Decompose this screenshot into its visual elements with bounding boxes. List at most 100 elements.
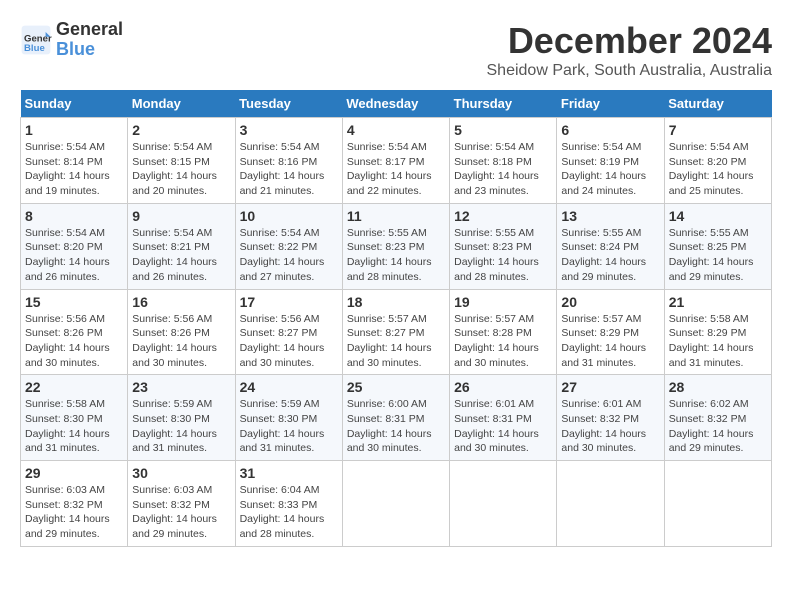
day-cell-29: 29Sunrise: 6:03 AMSunset: 8:32 PMDayligh… xyxy=(21,461,128,547)
day-info: Sunrise: 6:01 AMSunset: 8:31 PMDaylight:… xyxy=(454,397,552,456)
day-number: 5 xyxy=(454,122,552,138)
day-cell-14: 14 Sunrise: 5:55 AMSunset: 8:25 PMDayligh… xyxy=(664,203,771,289)
week-row-5: 29Sunrise: 6:03 AMSunset: 8:32 PMDayligh… xyxy=(21,461,772,547)
week-row-4: 22 Sunrise: 5:58 AMSunset: 8:30 PMDayligh… xyxy=(21,375,772,461)
day-info: Sunrise: 5:54 AMSunset: 8:20 PMDaylight:… xyxy=(669,140,767,199)
logo-icon: General Blue xyxy=(20,24,52,56)
day-info: Sunrise: 5:57 AMSunset: 8:29 PMDaylight:… xyxy=(561,312,659,371)
day-info: Sunrise: 6:03 AMSunset: 8:32 PMDaylight:… xyxy=(132,483,230,542)
day-number: 1 xyxy=(25,122,123,138)
calendar-table: SundayMondayTuesdayWednesdayThursdayFrid… xyxy=(20,90,772,547)
month-title: December 2024 xyxy=(487,20,773,62)
day-cell-26: 26 Sunrise: 6:01 AMSunset: 8:31 PMDayligh… xyxy=(450,375,557,461)
day-cell-7: 7 Sunrise: 5:54 AMSunset: 8:20 PMDaylight… xyxy=(664,118,771,204)
col-header-friday: Friday xyxy=(557,90,664,118)
day-number: 20 xyxy=(561,294,659,310)
col-header-thursday: Thursday xyxy=(450,90,557,118)
empty-cell xyxy=(450,461,557,547)
day-number: 17 xyxy=(240,294,338,310)
day-cell-16: 16 Sunrise: 5:56 AMSunset: 8:26 PMDayligh… xyxy=(128,289,235,375)
day-cell-8: 8 Sunrise: 5:54 AMSunset: 8:20 PMDaylight… xyxy=(21,203,128,289)
day-number: 13 xyxy=(561,208,659,224)
day-cell-12: 12Sunrise: 5:55 AMSunset: 8:23 PMDayligh… xyxy=(450,203,557,289)
day-cell-11: 11 Sunrise: 5:55 AMSunset: 8:23 PMDayligh… xyxy=(342,203,449,289)
week-row-3: 15 Sunrise: 5:56 AMSunset: 8:26 PMDayligh… xyxy=(21,289,772,375)
day-info: Sunrise: 6:01 AMSunset: 8:32 PMDaylight:… xyxy=(561,397,659,456)
col-header-saturday: Saturday xyxy=(664,90,771,118)
day-info: Sunrise: 5:54 AMSunset: 8:18 PMDaylight:… xyxy=(454,140,552,199)
day-cell-23: 23Sunrise: 5:59 AMSunset: 8:30 PMDayligh… xyxy=(128,375,235,461)
day-number: 14 xyxy=(669,208,767,224)
day-number: 24 xyxy=(240,379,338,395)
day-cell-31: 31Sunrise: 6:04 AMSunset: 8:33 PMDayligh… xyxy=(235,461,342,547)
empty-cell xyxy=(557,461,664,547)
day-info: Sunrise: 6:02 AMSunset: 8:32 PMDaylight:… xyxy=(669,397,767,456)
day-info: Sunrise: 6:04 AMSunset: 8:33 PMDaylight:… xyxy=(240,483,338,542)
day-info: Sunrise: 5:57 AMSunset: 8:28 PMDaylight:… xyxy=(454,312,552,371)
day-info: Sunrise: 5:54 AMSunset: 8:14 PMDaylight:… xyxy=(25,140,123,199)
day-info: Sunrise: 5:54 AMSunset: 8:19 PMDaylight:… xyxy=(561,140,659,199)
day-cell-4: 4Sunrise: 5:54 AMSunset: 8:17 PMDaylight… xyxy=(342,118,449,204)
day-number: 9 xyxy=(132,208,230,224)
day-number: 18 xyxy=(347,294,445,310)
day-number: 30 xyxy=(132,465,230,481)
day-number: 6 xyxy=(561,122,659,138)
day-number: 15 xyxy=(25,294,123,310)
day-info: Sunrise: 5:56 AMSunset: 8:26 PMDaylight:… xyxy=(132,312,230,371)
col-header-sunday: Sunday xyxy=(21,90,128,118)
day-number: 19 xyxy=(454,294,552,310)
day-cell-28: 28Sunrise: 6:02 AMSunset: 8:32 PMDayligh… xyxy=(664,375,771,461)
logo-blue: Blue xyxy=(56,39,95,59)
day-info: Sunrise: 5:54 AMSunset: 8:17 PMDaylight:… xyxy=(347,140,445,199)
col-header-monday: Monday xyxy=(128,90,235,118)
header-row: SundayMondayTuesdayWednesdayThursdayFrid… xyxy=(21,90,772,118)
day-info: Sunrise: 5:57 AMSunset: 8:27 PMDaylight:… xyxy=(347,312,445,371)
location-title: Sheidow Park, South Australia, Australia xyxy=(487,62,773,80)
day-cell-30: 30 Sunrise: 6:03 AMSunset: 8:32 PMDayligh… xyxy=(128,461,235,547)
day-cell-21: 21 Sunrise: 5:58 AMSunset: 8:29 PMDayligh… xyxy=(664,289,771,375)
logo-general: General xyxy=(56,19,123,39)
day-cell-19: 19 Sunrise: 5:57 AMSunset: 8:28 PMDayligh… xyxy=(450,289,557,375)
day-number: 22 xyxy=(25,379,123,395)
title-section: December 2024 Sheidow Park, South Austra… xyxy=(487,20,773,80)
col-header-tuesday: Tuesday xyxy=(235,90,342,118)
day-number: 11 xyxy=(347,208,445,224)
day-cell-24: 24Sunrise: 5:59 AMSunset: 8:30 PMDayligh… xyxy=(235,375,342,461)
day-info: Sunrise: 5:54 AMSunset: 8:20 PMDaylight:… xyxy=(25,226,123,285)
day-cell-10: 10 Sunrise: 5:54 AMSunset: 8:22 PMDayligh… xyxy=(235,203,342,289)
empty-cell xyxy=(342,461,449,547)
day-cell-2: 2 Sunrise: 5:54 AMSunset: 8:15 PMDaylight… xyxy=(128,118,235,204)
day-info: Sunrise: 5:54 AMSunset: 8:15 PMDaylight:… xyxy=(132,140,230,199)
day-info: Sunrise: 5:55 AMSunset: 8:25 PMDaylight:… xyxy=(669,226,767,285)
week-row-2: 8 Sunrise: 5:54 AMSunset: 8:20 PMDaylight… xyxy=(21,203,772,289)
day-number: 8 xyxy=(25,208,123,224)
day-info: Sunrise: 5:55 AMSunset: 8:23 PMDaylight:… xyxy=(454,226,552,285)
week-row-1: 1 Sunrise: 5:54 AMSunset: 8:14 PMDaylight… xyxy=(21,118,772,204)
day-number: 16 xyxy=(132,294,230,310)
day-info: Sunrise: 5:54 AMSunset: 8:21 PMDaylight:… xyxy=(132,226,230,285)
day-cell-6: 6 Sunrise: 5:54 AMSunset: 8:19 PMDaylight… xyxy=(557,118,664,204)
day-number: 25 xyxy=(347,379,445,395)
day-cell-17: 17 Sunrise: 5:56 AMSunset: 8:27 PMDayligh… xyxy=(235,289,342,375)
day-info: Sunrise: 5:54 AMSunset: 8:22 PMDaylight:… xyxy=(240,226,338,285)
day-number: 26 xyxy=(454,379,552,395)
logo: General Blue General Blue xyxy=(20,20,123,60)
day-number: 7 xyxy=(669,122,767,138)
day-info: Sunrise: 5:58 AMSunset: 8:30 PMDaylight:… xyxy=(25,397,123,456)
day-info: Sunrise: 6:00 AMSunset: 8:31 PMDaylight:… xyxy=(347,397,445,456)
day-info: Sunrise: 6:03 AMSunset: 8:32 PMDaylight:… xyxy=(25,483,123,542)
day-cell-25: 25 Sunrise: 6:00 AMSunset: 8:31 PMDayligh… xyxy=(342,375,449,461)
day-number: 21 xyxy=(669,294,767,310)
svg-text:Blue: Blue xyxy=(24,43,45,54)
day-number: 2 xyxy=(132,122,230,138)
header: General Blue General Blue December 2024 … xyxy=(20,20,772,80)
day-info: Sunrise: 5:54 AMSunset: 8:16 PMDaylight:… xyxy=(240,140,338,199)
day-info: Sunrise: 5:58 AMSunset: 8:29 PMDaylight:… xyxy=(669,312,767,371)
day-info: Sunrise: 5:55 AMSunset: 8:24 PMDaylight:… xyxy=(561,226,659,285)
day-info: Sunrise: 5:56 AMSunset: 8:27 PMDaylight:… xyxy=(240,312,338,371)
day-number: 10 xyxy=(240,208,338,224)
day-cell-3: 3Sunrise: 5:54 AMSunset: 8:16 PMDaylight… xyxy=(235,118,342,204)
day-cell-22: 22 Sunrise: 5:58 AMSunset: 8:30 PMDayligh… xyxy=(21,375,128,461)
day-info: Sunrise: 5:55 AMSunset: 8:23 PMDaylight:… xyxy=(347,226,445,285)
day-cell-27: 27Sunrise: 6:01 AMSunset: 8:32 PMDayligh… xyxy=(557,375,664,461)
